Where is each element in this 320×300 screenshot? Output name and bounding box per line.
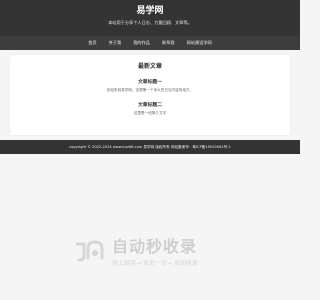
main-nav: 首页 关于我 我的作品 联系我 网站建设学网	[0, 36, 300, 50]
nav-item-site-building[interactable]: 网站建设学网	[185, 36, 214, 50]
site-description: 本站用于分享个人日志、力量回顾、文章等。	[108, 20, 192, 25]
watermark-title: 自动秒收录	[112, 237, 198, 256]
nav-item-home[interactable]: 首页	[86, 36, 98, 50]
site-footer: copyright © 2022-2024 www.buz66.com 易学网 …	[0, 140, 300, 154]
watermark-banner: 自动秒收录 放上链接→ 本页一次→ 自动收录	[0, 232, 300, 280]
nav-item-about[interactable]: 关于我	[107, 36, 124, 50]
nav-item-works[interactable]: 我的作品	[131, 36, 152, 50]
section-title: 最新文章	[137, 63, 162, 70]
site-header: 易学网 本站用于分享个人日志、力量回顾、文章等。	[0, 0, 300, 36]
footer-copyright: copyright © 2022-2024 www.buz66.com 易学网 …	[69, 145, 193, 149]
post-title-1[interactable]: 文章标题一	[10, 80, 290, 86]
site-title: 易学网	[136, 6, 164, 16]
footer-icp-link[interactable]: 粤ICP备19020061号-1	[192, 140, 230, 154]
nav-item-contact[interactable]: 联系我	[160, 36, 177, 50]
post-excerpt-2: 这里是一段简介文字	[133, 111, 167, 115]
latest-posts-card: 最新文章 文章标题一 欢迎来到易学网，这是第一个伟大的日志内容的地方。 文章标题…	[10, 55, 290, 135]
post-excerpt-1: 欢迎来到易学网，这是第一个伟大的日志内容的地方。	[106, 88, 194, 92]
watermark-logo-icon	[75, 240, 104, 262]
watermark-slogan: 放上链接→ 本页一次→ 自动收录	[112, 260, 198, 267]
post-title-2[interactable]: 文章标题二	[10, 103, 290, 109]
